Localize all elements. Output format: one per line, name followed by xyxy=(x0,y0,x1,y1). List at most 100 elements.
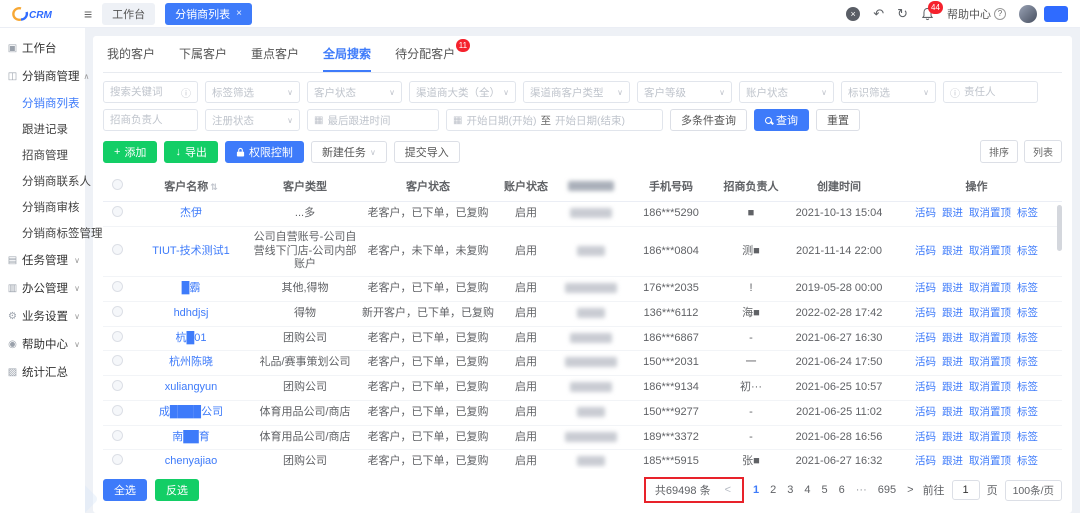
op-tag-link[interactable]: 标签 xyxy=(1017,282,1038,294)
sort-button[interactable]: 排序 xyxy=(980,140,1018,163)
select-all-checkbox[interactable] xyxy=(112,179,123,190)
row-checkbox[interactable] xyxy=(112,206,123,217)
sidebar-item-help-center[interactable]: ◉ 帮助中心 ∨ xyxy=(0,330,85,358)
flag-filter-select[interactable]: 标识筛选 ∨ xyxy=(841,81,936,103)
op-cancel-pin-link[interactable]: 取消置顶 xyxy=(969,406,1011,418)
start-date-range-picker[interactable]: ▦ 开始日期(开始) 至 开始日期(结束) xyxy=(446,109,663,131)
pager-page[interactable]: 1 xyxy=(751,484,761,496)
customer-name-link[interactable]: 杭█01 xyxy=(175,332,206,344)
customer-name-link[interactable]: █霸 xyxy=(182,282,201,294)
op-tag-link[interactable]: 标签 xyxy=(1017,406,1038,418)
row-checkbox[interactable] xyxy=(112,454,123,465)
sidebar-item-distributor-list[interactable]: 分销商列表 xyxy=(0,90,85,116)
row-checkbox[interactable] xyxy=(112,405,123,416)
channel-category-select[interactable]: 渠道商大类（全） ∨ xyxy=(409,81,516,103)
op-live-code-link[interactable]: 活码 xyxy=(915,282,936,294)
op-follow-up-link[interactable]: 跟进 xyxy=(942,406,963,418)
investment-manager-input[interactable] xyxy=(103,109,198,131)
pager-page[interactable]: 3 xyxy=(785,484,795,496)
op-cancel-pin-link[interactable]: 取消置顶 xyxy=(969,332,1011,344)
pager-page[interactable]: 695 xyxy=(876,484,898,496)
inverse-select-button[interactable]: 反选 xyxy=(155,479,199,501)
row-checkbox[interactable] xyxy=(112,355,123,366)
op-tag-link[interactable]: 标签 xyxy=(1017,207,1038,219)
op-cancel-pin-link[interactable]: 取消置顶 xyxy=(969,356,1011,368)
query-button[interactable]: 查询 xyxy=(754,109,809,131)
new-task-button[interactable]: 新建任务 ∨ xyxy=(311,141,387,163)
op-cancel-pin-link[interactable]: 取消置顶 xyxy=(969,431,1011,443)
tab-subordinate-customers[interactable]: 下属客户 xyxy=(179,45,227,72)
owner-field[interactable] xyxy=(964,86,1031,98)
list-view-button[interactable]: 列表 xyxy=(1024,140,1062,163)
row-checkbox[interactable] xyxy=(112,380,123,391)
op-tag-link[interactable]: 标签 xyxy=(1017,431,1038,443)
op-follow-up-link[interactable]: 跟进 xyxy=(942,207,963,219)
op-cancel-pin-link[interactable]: 取消置顶 xyxy=(969,307,1011,319)
sidebar-item-investment-mgmt[interactable]: 招商管理 xyxy=(0,142,85,168)
op-live-code-link[interactable]: 活码 xyxy=(915,356,936,368)
column-header[interactable]: 客户名称⇅ xyxy=(131,171,251,202)
tab-my-customers[interactable]: 我的客户 xyxy=(107,45,155,72)
select-all-button[interactable]: 全选 xyxy=(103,479,147,501)
pager-page[interactable]: 2 xyxy=(768,484,778,496)
notification-bell-icon[interactable]: 44 xyxy=(921,7,934,21)
sidebar-item-distributor-contacts[interactable]: 分销商联系人 xyxy=(0,168,85,194)
tab-unassigned-customers[interactable]: 待分配客户 11 xyxy=(395,45,455,72)
search-input[interactable] xyxy=(110,86,177,98)
close-circle-icon[interactable]: × xyxy=(846,7,860,21)
pager-page[interactable]: 6 xyxy=(837,484,847,496)
customer-name-link[interactable]: 南██育 xyxy=(172,431,210,443)
sidebar-item-distributor-mgmt[interactable]: ◫ 分销商管理 ∧ xyxy=(0,62,85,90)
customer-name-link[interactable]: 成████公司 xyxy=(159,406,223,418)
sort-icon[interactable]: ⇅ xyxy=(210,182,218,192)
pager-page[interactable]: 4 xyxy=(802,484,812,496)
row-checkbox[interactable] xyxy=(112,244,123,255)
multi-condition-query-button[interactable]: 多条件查询 xyxy=(670,109,747,131)
op-follow-up-link[interactable]: 跟进 xyxy=(942,245,963,257)
pager-prev[interactable]: < xyxy=(723,484,733,496)
sidebar-item-workbench[interactable]: ▣ 工作台 xyxy=(0,34,85,62)
sidebar-item-distributor-review[interactable]: 分销商审核 xyxy=(0,194,85,220)
row-checkbox[interactable] xyxy=(112,430,123,441)
op-cancel-pin-link[interactable]: 取消置顶 xyxy=(969,245,1011,257)
close-tab-icon[interactable]: × xyxy=(236,8,242,19)
op-follow-up-link[interactable]: 跟进 xyxy=(942,282,963,294)
investment-manager-field[interactable] xyxy=(110,114,191,126)
sidebar-item-task-mgmt[interactable]: ▤ 任务管理 ∨ xyxy=(0,246,85,274)
op-tag-link[interactable]: 标签 xyxy=(1017,381,1038,393)
op-live-code-link[interactable]: 活码 xyxy=(915,406,936,418)
op-cancel-pin-link[interactable]: 取消置顶 xyxy=(969,207,1011,219)
sidebar-item-follow-records[interactable]: 跟进记录 xyxy=(0,116,85,142)
op-tag-link[interactable]: 标签 xyxy=(1017,245,1038,257)
op-tag-link[interactable]: 标签 xyxy=(1017,356,1038,368)
op-live-code-link[interactable]: 活码 xyxy=(915,455,936,467)
submit-import-button[interactable]: 提交导入 xyxy=(394,141,460,163)
sidebar-item-business-settings[interactable]: ⚙ 业务设置 ∨ xyxy=(0,302,85,330)
row-checkbox[interactable] xyxy=(112,331,123,342)
tag-filter-select[interactable]: 标签筛选 ∨ xyxy=(205,81,300,103)
window-tab-workbench[interactable]: 工作台 xyxy=(102,3,155,25)
op-follow-up-link[interactable]: 跟进 xyxy=(942,332,963,344)
keyword-search-input[interactable]: ⓘ xyxy=(103,81,198,103)
vertical-scrollbar[interactable] xyxy=(1057,205,1062,251)
customer-name-link[interactable]: chenyajiao xyxy=(165,455,218,467)
customer-level-select[interactable]: 客户等级 ∨ xyxy=(637,81,732,103)
pager-next[interactable]: > xyxy=(905,484,915,496)
sidebar-item-office-mgmt[interactable]: ▥ 办公管理 ∨ xyxy=(0,274,85,302)
op-live-code-link[interactable]: 活码 xyxy=(915,245,936,257)
customer-name-link[interactable]: xuliangyun xyxy=(165,381,218,393)
goto-page-input[interactable] xyxy=(952,480,980,500)
channel-customer-type-select[interactable]: 渠道商客户类型 ∨ xyxy=(523,81,630,103)
row-checkbox[interactable] xyxy=(112,281,123,292)
last-follow-date-picker[interactable]: ▦ 最后跟进时间 xyxy=(307,109,439,131)
refresh-icon[interactable]: ↻ xyxy=(897,7,908,20)
op-cancel-pin-link[interactable]: 取消置顶 xyxy=(969,381,1011,393)
reset-button[interactable]: 重置 xyxy=(816,109,860,131)
op-cancel-pin-link[interactable]: 取消置顶 xyxy=(969,282,1011,294)
tab-global-search[interactable]: 全局搜索 xyxy=(323,45,371,72)
hamburger-icon[interactable]: ≡ xyxy=(84,6,92,22)
op-cancel-pin-link[interactable]: 取消置顶 xyxy=(969,455,1011,467)
op-live-code-link[interactable]: 活码 xyxy=(915,207,936,219)
user-panel-chip[interactable] xyxy=(1044,6,1068,22)
tab-key-customers[interactable]: 重点客户 xyxy=(251,45,299,72)
